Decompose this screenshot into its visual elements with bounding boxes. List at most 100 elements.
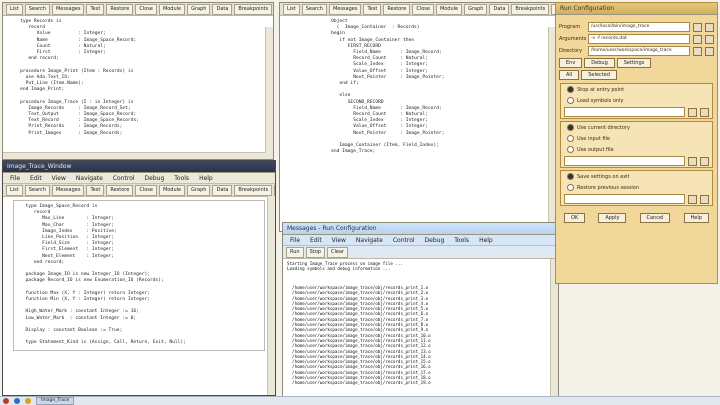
start-icon[interactable]: [3, 398, 9, 404]
menu-item[interactable]: File: [286, 237, 304, 244]
toolbar-button[interactable]: Breakpoints: [511, 3, 550, 15]
toolbar-button[interactable]: Run: [286, 246, 304, 258]
panel-title: Run Configuration: [556, 3, 717, 15]
browse-icon[interactable]: [688, 156, 697, 166]
toolbar-button[interactable]: Messages: [51, 3, 85, 15]
browse-icon[interactable]: [693, 34, 702, 44]
panel-subtabs: All Selected: [556, 69, 717, 81]
taskbar-item[interactable]: Image_Trace: [36, 397, 75, 405]
toolbar-button[interactable]: Search: [24, 184, 50, 196]
program-field[interactable]: /usr/local/bin/image_trace: [588, 22, 690, 32]
menu-item[interactable]: Navigate: [352, 237, 387, 244]
menu-item[interactable]: Tools: [170, 175, 193, 182]
radio-option[interactable]: Stop at entry point: [561, 84, 712, 95]
toolbar-button[interactable]: List: [283, 3, 300, 15]
code-editor[interactable]: type Image_Space_Record is record Max_Li…: [13, 200, 265, 351]
clear-icon[interactable]: [700, 156, 709, 166]
toolbar-button[interactable]: Data: [489, 3, 510, 15]
toolbar-button[interactable]: Close: [135, 3, 157, 15]
option-group-2: Use current directory Use input file Use…: [560, 121, 713, 168]
tab-settings[interactable]: Settings: [616, 58, 652, 68]
toolbar-button[interactable]: Breakpoints: [234, 3, 273, 15]
toolbar-button[interactable]: Clear: [326, 246, 349, 258]
folder-icon[interactable]: [25, 398, 31, 404]
radio-option[interactable]: Restore previous session: [561, 182, 712, 193]
radio-option[interactable]: Use input file: [561, 133, 712, 144]
clear-icon[interactable]: [705, 22, 714, 32]
toolbar-button[interactable]: Module: [435, 3, 463, 15]
horizontal-scrollbar[interactable]: [3, 152, 266, 159]
toolbar-button[interactable]: Messages: [328, 3, 362, 15]
toolbar-button[interactable]: Restore: [106, 3, 134, 15]
toolbar-button[interactable]: Messages: [51, 184, 85, 196]
clear-icon[interactable]: [705, 34, 714, 44]
toolbar-button[interactable]: Module: [158, 184, 186, 196]
browse-icon[interactable]: [688, 107, 697, 117]
toolbar-button[interactable]: Data: [212, 184, 233, 196]
toolbar-button[interactable]: List: [6, 3, 23, 15]
toolbar-button[interactable]: Test: [86, 3, 105, 15]
menu-item[interactable]: Edit: [26, 175, 46, 182]
menu-item[interactable]: Control: [109, 175, 139, 182]
toolbar-button[interactable]: Restore: [106, 184, 134, 196]
toolbar-button[interactable]: Search: [24, 3, 50, 15]
menu-item[interactable]: Debug: [141, 175, 169, 182]
arguments-field[interactable]: -v -f records.dat: [588, 34, 690, 44]
browse-icon[interactable]: [693, 22, 702, 32]
toolbar-button[interactable]: Stop: [305, 246, 325, 258]
toolbar-button[interactable]: Module: [158, 3, 186, 15]
option-field[interactable]: [564, 194, 685, 204]
tab-env[interactable]: Env: [559, 58, 583, 68]
clear-icon[interactable]: [700, 194, 709, 204]
clear-icon[interactable]: [700, 107, 709, 117]
toolbar-button[interactable]: Close: [135, 184, 157, 196]
menu-item[interactable]: Help: [475, 237, 497, 244]
toolbar-button[interactable]: Graph: [464, 3, 488, 15]
toolbar-button[interactable]: List: [6, 184, 23, 196]
code-editor[interactable]: Object ( Image_Container : Records) begi…: [280, 16, 556, 158]
toolbar-button[interactable]: Test: [86, 184, 105, 196]
code-editor[interactable]: type Records is record Value : Integer; …: [3, 16, 273, 140]
toolbar-button[interactable]: Graph: [187, 184, 211, 196]
subtab-all[interactable]: All: [559, 70, 580, 80]
toolbar-button[interactable]: Breakpoints: [234, 184, 273, 196]
cancel-button[interactable]: Cancel: [639, 213, 671, 223]
radio-option[interactable]: Use current directory: [561, 122, 712, 133]
option-field[interactable]: [564, 107, 685, 117]
menu-item[interactable]: Help: [195, 175, 217, 182]
toolbar-button[interactable]: Test: [363, 3, 382, 15]
apply-button[interactable]: Apply: [598, 213, 627, 223]
toolbar-button[interactable]: Functions: [274, 184, 275, 196]
toolbar-button[interactable]: Restore: [383, 3, 411, 15]
menu-item[interactable]: File: [6, 175, 24, 182]
browse-icon[interactable]: [693, 46, 702, 56]
radio-label: Use output file: [577, 146, 614, 153]
panel-buttons: OK Apply Cancel Help: [556, 212, 717, 224]
radio-option[interactable]: Use output file: [561, 144, 712, 155]
vertical-scrollbar[interactable]: [267, 196, 275, 395]
toolbar-button[interactable]: Graph: [187, 3, 211, 15]
menu-item[interactable]: View: [48, 175, 70, 182]
clear-icon[interactable]: [705, 46, 714, 56]
toolbar-button[interactable]: Search: [301, 3, 327, 15]
browser-icon[interactable]: [14, 398, 20, 404]
toolbar-button[interactable]: Close: [412, 3, 434, 15]
radio-option[interactable]: Load symbols only: [561, 95, 712, 106]
toolbar-button[interactable]: Data: [212, 3, 233, 15]
menu-item[interactable]: View: [328, 237, 350, 244]
help-button[interactable]: Help: [683, 213, 709, 223]
menu-item[interactable]: Navigate: [72, 175, 107, 182]
menu-item[interactable]: Tools: [450, 237, 473, 244]
browse-icon[interactable]: [688, 194, 697, 204]
directory-field[interactable]: /home/user/workspace/image_trace: [588, 46, 690, 56]
ok-button[interactable]: OK: [564, 213, 586, 223]
radio-label: Stop at entry point: [577, 86, 625, 93]
subtab-selected[interactable]: Selected: [581, 70, 617, 80]
radio-option[interactable]: Save settings on exit: [561, 171, 712, 182]
option-field[interactable]: [564, 156, 685, 166]
tab-debug[interactable]: Debug: [584, 58, 615, 68]
menu-item[interactable]: Debug: [421, 237, 449, 244]
menu-item[interactable]: Control: [389, 237, 419, 244]
menu-item[interactable]: Edit: [306, 237, 326, 244]
vertical-scrollbar[interactable]: [265, 27, 273, 159]
